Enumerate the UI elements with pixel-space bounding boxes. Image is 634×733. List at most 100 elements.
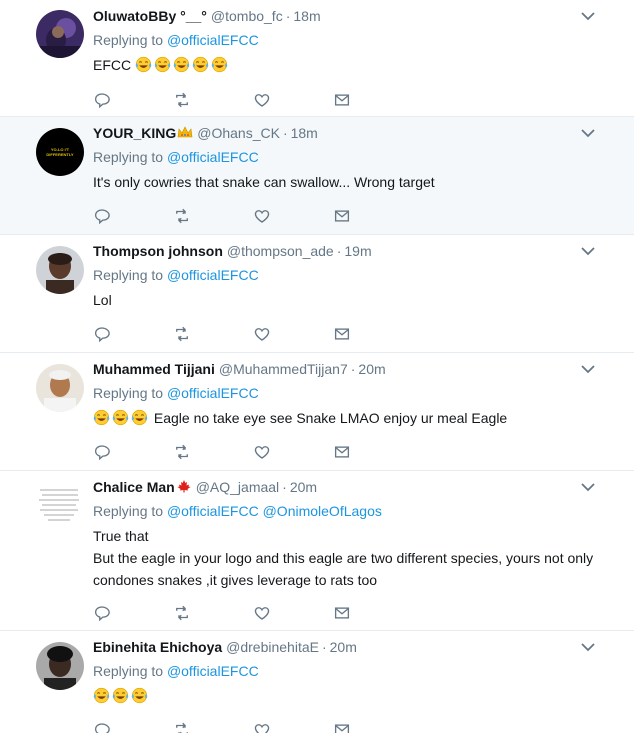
chevron-down-icon[interactable] bbox=[580, 641, 596, 653]
avatar[interactable] bbox=[36, 642, 84, 690]
message-button[interactable] bbox=[333, 90, 413, 110]
like-button[interactable] bbox=[253, 603, 333, 623]
like-button[interactable] bbox=[253, 442, 333, 462]
like-button[interactable] bbox=[253, 90, 333, 110]
like-button[interactable] bbox=[253, 720, 333, 733]
tweet-item[interactable]: YO-LO I'T DIFFERENTLY YOUR_KING @Ohans_C… bbox=[0, 117, 634, 235]
tweet-header: Chalice Man @AQ_jamaal · 20m bbox=[93, 479, 318, 495]
retweet-icon bbox=[176, 444, 188, 460]
heart-icon bbox=[254, 94, 270, 107]
replying-to: Replying to @officialEFCC bbox=[93, 149, 259, 165]
tweet-header: Muhammed Tijjani @MuhammedTijjan7 · 20m bbox=[93, 361, 386, 377]
mention-link[interactable]: @officialEFCC bbox=[167, 385, 259, 401]
mention-link[interactable]: @officialEFCC bbox=[167, 149, 259, 165]
tears-of-joy-emoji-icon bbox=[112, 687, 129, 704]
reply-button[interactable] bbox=[93, 603, 173, 623]
heart-icon bbox=[254, 446, 270, 459]
mention-link[interactable]: @OnimoleOfLagos bbox=[263, 503, 382, 519]
tweet-actions bbox=[93, 196, 618, 236]
reply-button[interactable] bbox=[93, 90, 173, 110]
display-name[interactable]: OluwatoBBy °__° bbox=[93, 8, 207, 24]
timestamp[interactable]: 19m bbox=[344, 243, 371, 259]
replying-to: Replying to @officialEFCC bbox=[93, 267, 259, 283]
display-name[interactable]: Chalice Man bbox=[93, 479, 192, 495]
tweet-text bbox=[93, 685, 618, 707]
tweet-text: True that But the eagle in your logo and… bbox=[93, 528, 594, 588]
tears-of-joy-emoji-icon bbox=[131, 409, 148, 426]
heart-icon bbox=[254, 210, 270, 223]
avatar[interactable] bbox=[36, 10, 84, 58]
avatar[interactable] bbox=[36, 482, 84, 530]
mention-link[interactable]: @officialEFCC bbox=[167, 267, 259, 283]
retweet-icon bbox=[176, 208, 188, 224]
username[interactable]: @tombo_fc bbox=[211, 8, 283, 24]
retweet-icon bbox=[176, 326, 188, 342]
mention-link[interactable]: @officialEFCC bbox=[167, 503, 259, 519]
reply-button[interactable] bbox=[93, 720, 173, 733]
avatar[interactable] bbox=[36, 246, 84, 294]
chevron-down-icon[interactable] bbox=[580, 481, 596, 493]
mention-link[interactable]: @officialEFCC bbox=[167, 32, 259, 48]
message-button[interactable] bbox=[333, 720, 413, 733]
timestamp[interactable]: 18m bbox=[293, 8, 320, 24]
laughing-emoji-group bbox=[135, 56, 230, 73]
username[interactable]: @Ohans_CK bbox=[197, 125, 280, 141]
tweet-actions bbox=[93, 314, 618, 354]
message-button[interactable] bbox=[333, 603, 413, 623]
tweet-item[interactable]: Thompson johnson @thompson_ade · 19m Rep… bbox=[0, 235, 634, 353]
reply-icon bbox=[94, 723, 110, 733]
retweet-button[interactable] bbox=[173, 324, 253, 344]
timestamp[interactable]: 20m bbox=[358, 361, 385, 377]
username[interactable]: @AQ_jamaal bbox=[196, 479, 279, 495]
tears-of-joy-emoji-icon bbox=[93, 687, 110, 704]
display-name[interactable]: Ebinehita Ehichoya bbox=[93, 639, 222, 655]
username[interactable]: @drebinehitaE bbox=[226, 639, 319, 655]
reply-button[interactable] bbox=[93, 442, 173, 462]
avatar[interactable]: YO-LO I'T DIFFERENTLY bbox=[36, 128, 84, 176]
display-name[interactable]: Muhammed Tijjani bbox=[93, 361, 215, 377]
tweet-item[interactable]: Chalice Man @AQ_jamaal · 20m Replying to… bbox=[0, 471, 634, 631]
envelope-icon bbox=[334, 446, 350, 458]
chevron-down-icon[interactable] bbox=[580, 10, 596, 22]
message-button[interactable] bbox=[333, 206, 413, 226]
retweet-button[interactable] bbox=[173, 206, 253, 226]
chevron-down-icon[interactable] bbox=[580, 127, 596, 139]
retweet-icon bbox=[176, 605, 188, 621]
mention-link[interactable]: @officialEFCC bbox=[167, 663, 259, 679]
display-name[interactable]: YOUR_KING bbox=[93, 125, 193, 141]
chevron-down-icon[interactable] bbox=[580, 245, 596, 257]
reply-button[interactable] bbox=[93, 206, 173, 226]
username[interactable]: @MuhammedTijjan7 bbox=[219, 361, 348, 377]
tweet-item[interactable]: OluwatoBBy °__° @tombo_fc · 18m Replying… bbox=[0, 0, 634, 117]
timestamp[interactable]: 18m bbox=[291, 125, 318, 141]
laughing-emoji-group bbox=[93, 409, 150, 426]
replying-to: Replying to @officialEFCC bbox=[93, 32, 259, 48]
crown-icon bbox=[177, 126, 193, 138]
tweet-item[interactable]: Ebinehita Ehichoya @drebinehitaE · 20m R… bbox=[0, 631, 634, 733]
retweet-button[interactable] bbox=[173, 90, 253, 110]
reply-button[interactable] bbox=[93, 324, 173, 344]
replying-to: Replying to @officialEFCC @OnimoleOfLago… bbox=[93, 503, 382, 519]
tweet-item[interactable]: Muhammed Tijjani @MuhammedTijjan7 · 20m … bbox=[0, 353, 634, 471]
like-button[interactable] bbox=[253, 206, 333, 226]
tears-of-joy-emoji-icon bbox=[173, 56, 190, 73]
reply-icon bbox=[94, 209, 110, 225]
like-button[interactable] bbox=[253, 324, 333, 344]
heart-icon bbox=[254, 328, 270, 341]
display-name[interactable]: Thompson johnson bbox=[93, 243, 223, 259]
chevron-down-icon[interactable] bbox=[580, 363, 596, 375]
timestamp[interactable]: 20m bbox=[290, 479, 317, 495]
retweet-button[interactable] bbox=[173, 720, 253, 733]
tweet-header: Thompson johnson @thompson_ade · 19m bbox=[93, 243, 372, 259]
message-button[interactable] bbox=[333, 442, 413, 462]
replies-feed: OluwatoBBy °__° @tombo_fc · 18m Replying… bbox=[0, 0, 634, 733]
envelope-icon bbox=[334, 724, 350, 733]
message-button[interactable] bbox=[333, 324, 413, 344]
timestamp[interactable]: 20m bbox=[330, 639, 357, 655]
tweet-text: EFCC bbox=[93, 54, 618, 76]
envelope-icon bbox=[334, 607, 350, 619]
username[interactable]: @thompson_ade bbox=[227, 243, 334, 259]
retweet-button[interactable] bbox=[173, 442, 253, 462]
retweet-button[interactable] bbox=[173, 603, 253, 623]
avatar[interactable] bbox=[36, 364, 84, 412]
